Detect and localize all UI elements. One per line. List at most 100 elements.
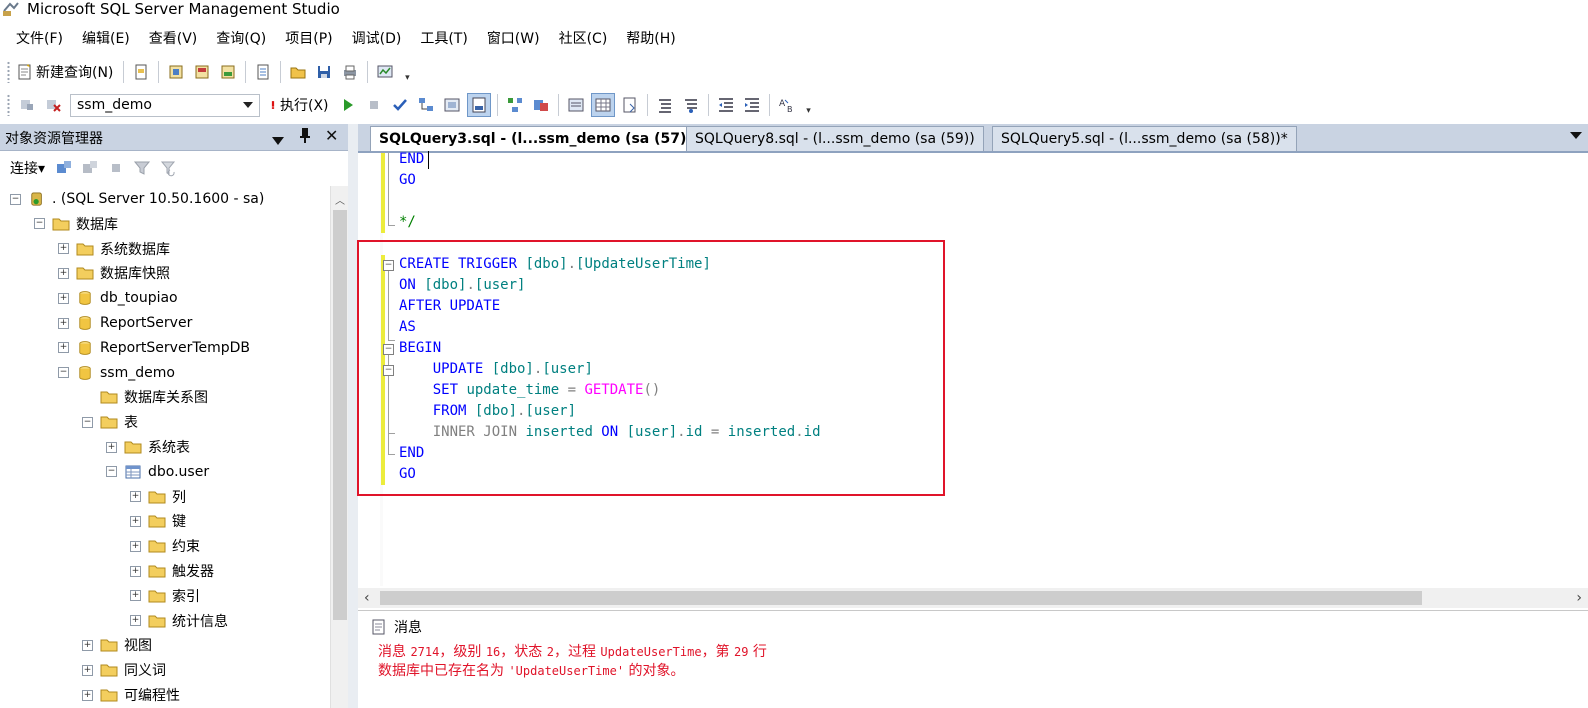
menu-view[interactable]: 查看(V) [139, 26, 207, 52]
expand-icon[interactable]: + [82, 639, 93, 651]
oe-filter-button[interactable] [131, 157, 153, 179]
expand-icon[interactable]: + [106, 441, 117, 453]
intellisense-button[interactable] [466, 93, 491, 117]
collapse-icon[interactable]: − [10, 193, 21, 205]
expand-icon[interactable]: + [58, 292, 69, 304]
toolbar-overflow-icon[interactable]: ▾ [402, 61, 412, 83]
expand-icon[interactable]: + [58, 342, 69, 354]
parse-button[interactable] [389, 94, 411, 116]
menu-help[interactable]: 帮助(H) [616, 26, 684, 52]
results-to-grid-button[interactable] [590, 93, 615, 117]
new-file-button[interactable] [130, 61, 152, 83]
uncomment-button[interactable] [680, 94, 702, 116]
tree-node[interactable]: + 系统数据库 [58, 237, 170, 261]
analysis-query-button[interactable] [165, 61, 187, 83]
cancel-query-button[interactable] [363, 94, 385, 116]
tree-node[interactable]: − dbo.user [106, 460, 209, 484]
oe-refresh-button[interactable] [157, 157, 179, 179]
open-file-button[interactable] [287, 61, 309, 83]
decrease-indent-button[interactable] [715, 94, 737, 116]
tree-node[interactable]: − . (SQL Server 10.50.1600 - sa) [10, 187, 264, 211]
oe-stop-button[interactable] [105, 157, 127, 179]
window-position-dropdown-icon[interactable] [272, 130, 284, 149]
dmx-query-button[interactable] [217, 61, 239, 83]
oe-connect-button[interactable] [53, 157, 75, 179]
expand-icon[interactable]: + [82, 689, 93, 701]
tree-node[interactable]: − 数据库 [34, 212, 118, 236]
tree-vertical-scrollbar[interactable]: ︿ [330, 186, 349, 708]
scroll-right-arrow-icon[interactable]: › [1576, 590, 1582, 606]
debug-button[interactable] [337, 94, 359, 116]
menu-window[interactable]: 窗口(W) [477, 26, 549, 52]
tree-node[interactable]: + ReportServerTempDB [58, 336, 250, 360]
expand-icon[interactable]: + [130, 590, 141, 602]
tree-node[interactable]: + 数据库快照 [58, 261, 170, 285]
expand-icon[interactable]: + [58, 317, 69, 329]
tab-sqlquery3[interactable]: SQLQuery3.sql - (l...ssm_demo (sa (57))* [370, 126, 710, 151]
specify-template-values-button[interactable]: AB [776, 94, 798, 116]
tree-node[interactable]: + 同义词 [82, 658, 166, 682]
expand-icon[interactable]: + [130, 565, 141, 577]
disconnect-button[interactable] [42, 94, 64, 116]
scrollbar-thumb[interactable] [380, 591, 1422, 605]
connect-button[interactable] [16, 94, 38, 116]
scrollbar-thumb[interactable] [333, 210, 347, 620]
include-actual-plan-button[interactable] [504, 94, 526, 116]
tree-node[interactable]: + 列 [130, 485, 186, 509]
menu-community[interactable]: 社区(C) [549, 26, 617, 52]
messages-tab[interactable]: 消息 [370, 615, 422, 639]
tree-node[interactable]: + 系统表 [106, 435, 190, 459]
tree-node[interactable]: + 统计信息 [130, 609, 228, 633]
menu-file[interactable]: 文件(F) [0, 26, 72, 52]
display-plan-button[interactable] [415, 94, 437, 116]
menu-edit[interactable]: 编辑(E) [72, 26, 139, 52]
close-panel-icon[interactable]: ✕ [325, 126, 338, 145]
increase-indent-button[interactable] [741, 94, 763, 116]
results-to-text-button[interactable] [565, 94, 587, 116]
xmla-query-button[interactable] [252, 61, 274, 83]
client-statistics-button[interactable] [530, 94, 552, 116]
toolbar-overflow-icon[interactable]: ▾ [804, 94, 814, 116]
save-button[interactable] [313, 61, 335, 83]
results-to-file-button[interactable] [619, 94, 641, 116]
tab-list-dropdown-icon[interactable] [1570, 132, 1582, 139]
query-options-button[interactable] [441, 94, 463, 116]
tree-node[interactable]: + db_toupiao [58, 286, 178, 310]
collapse-icon[interactable]: − [82, 416, 93, 428]
scroll-up-arrow-icon[interactable]: ︿ [335, 192, 345, 207]
toolbar-grip[interactable] [7, 61, 10, 83]
expand-icon[interactable]: + [82, 664, 93, 676]
tree-node[interactable]: + 触发器 [130, 559, 214, 583]
execute-button[interactable]: 执行(X) [268, 94, 333, 116]
oe-disconnect-button[interactable] [79, 157, 101, 179]
collapse-icon[interactable]: − [106, 466, 117, 478]
editor-horizontal-scrollbar[interactable]: ‹ › [358, 588, 1588, 608]
tree-node[interactable]: + 键 [130, 509, 186, 533]
expand-icon[interactable]: + [130, 615, 141, 627]
available-databases-select[interactable]: ssm_demo [70, 93, 260, 117]
menu-query[interactable]: 查询(Q) [206, 26, 275, 52]
tree-node[interactable]: − ssm_demo [58, 361, 175, 385]
expand-icon[interactable]: + [58, 267, 69, 279]
menu-debug[interactable]: 调试(D) [342, 26, 411, 52]
collapse-icon[interactable]: − [34, 218, 45, 230]
menu-project[interactable]: 项目(P) [275, 26, 341, 52]
scroll-left-arrow-icon[interactable]: ‹ [364, 590, 370, 606]
expand-icon[interactable]: + [130, 515, 141, 527]
collapse-icon[interactable]: − [58, 367, 69, 379]
expand-icon[interactable]: + [130, 540, 141, 552]
tab-sqlquery8[interactable]: SQLQuery8.sql - (l...ssm_demo (sa (59)) [686, 126, 984, 151]
tree-node[interactable]: 数据库关系图 [82, 385, 208, 409]
new-query-button[interactable]: 新建查询(N) [16, 61, 117, 83]
toolbar-grip[interactable] [7, 94, 10, 116]
expand-icon[interactable]: + [58, 243, 69, 255]
menu-tools[interactable]: 工具(T) [410, 26, 476, 52]
pin-icon[interactable] [298, 126, 312, 148]
tree-node[interactable]: − 表 [82, 410, 138, 434]
expand-icon[interactable]: + [130, 491, 141, 503]
mdx-query-button[interactable] [191, 61, 213, 83]
tab-sqlquery5[interactable]: SQLQuery5.sql - (l...ssm_demo (sa (58))* [992, 126, 1297, 151]
tree-node[interactable]: + ReportServer [58, 311, 192, 335]
tree-node[interactable]: + 可编程性 [82, 683, 180, 707]
tree-node[interactable]: + 视图 [82, 633, 152, 657]
